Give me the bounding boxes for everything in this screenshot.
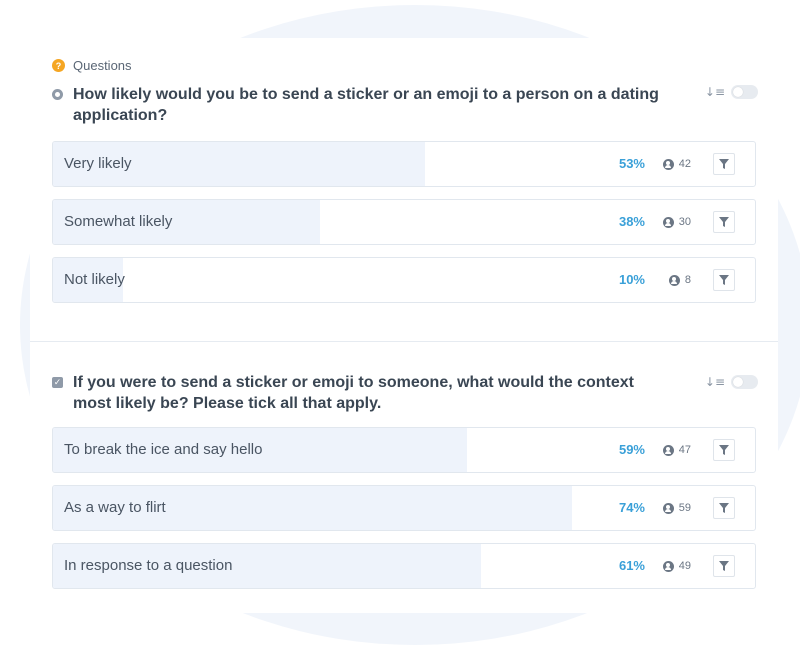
filter-icon — [719, 503, 729, 513]
filter-button[interactable] — [713, 269, 735, 291]
question-title: ✓ If you were to send a sticker or emoji… — [52, 372, 672, 414]
filter-icon — [719, 159, 729, 169]
user-icon — [662, 216, 674, 228]
sort-toggle[interactable] — [731, 85, 758, 99]
sort-toggle[interactable] — [731, 375, 758, 389]
answer-label: To break the ice and say hello — [64, 441, 263, 458]
answer-count: 49 — [662, 544, 691, 588]
answer-count: 59 — [662, 486, 691, 530]
answer-percent: 10% — [618, 272, 645, 287]
answer-count-value: 59 — [678, 502, 691, 514]
user-icon — [662, 502, 674, 514]
question-icon: ? — [52, 59, 65, 72]
answer-row: Somewhat likely 38% 30 — [52, 199, 756, 245]
answer-label: Very likely — [64, 155, 132, 172]
answer-row: To break the ice and say hello 59% 47 — [52, 427, 756, 473]
answer-row: Very likely 53% 42 — [52, 141, 756, 187]
answer-count-value: 30 — [678, 216, 691, 228]
question-text: If you were to send a sticker or emoji t… — [73, 374, 634, 412]
question-section-1: ? Questions How likely would you be to s… — [30, 38, 778, 342]
answer-percent: 38% — [618, 214, 645, 229]
answer-percent: 53% — [618, 156, 645, 171]
filter-icon — [719, 445, 729, 455]
answer-percent: 61% — [618, 558, 645, 573]
filter-icon — [719, 275, 729, 285]
answer-row: As a way to flirt 74% 59 — [52, 485, 756, 531]
user-icon — [662, 158, 674, 170]
sort-icon[interactable]: ↓≡ — [705, 85, 725, 99]
answer-count-value: 42 — [678, 158, 691, 170]
sort-icon[interactable]: ↓≡ — [705, 375, 725, 389]
filter-button[interactable] — [713, 211, 735, 233]
answer-count-value: 49 — [678, 560, 691, 572]
multiple-choice-icon: ✓ — [52, 377, 63, 388]
answer-label: Somewhat likely — [64, 213, 173, 230]
user-icon — [662, 444, 674, 456]
breadcrumb-label: Questions — [73, 58, 132, 73]
filter-button[interactable] — [713, 555, 735, 577]
results-card: ? Questions How likely would you be to s… — [30, 38, 778, 613]
answer-row: Not likely 10% 8 — [52, 257, 756, 303]
answer-row: In response to a question 61% 49 — [52, 543, 756, 589]
answer-count-value: 8 — [684, 274, 691, 286]
answer-label: As a way to flirt — [64, 499, 166, 516]
filter-button[interactable] — [713, 439, 735, 461]
answer-count: 30 — [662, 200, 691, 244]
filter-button[interactable] — [713, 153, 735, 175]
filter-button[interactable] — [713, 497, 735, 519]
question-text: How likely would you be to send a sticke… — [73, 86, 659, 124]
user-icon — [662, 560, 674, 572]
filter-icon — [719, 561, 729, 571]
answer-label: Not likely — [64, 271, 125, 288]
answer-label: In response to a question — [64, 557, 233, 574]
answer-count: 8 — [668, 258, 691, 302]
single-choice-icon — [52, 89, 63, 100]
answer-percent: 59% — [618, 442, 645, 457]
answer-count: 42 — [662, 142, 691, 186]
filter-icon — [719, 217, 729, 227]
answer-count: 47 — [662, 428, 691, 472]
question-title: How likely would you be to send a sticke… — [52, 84, 672, 126]
user-icon — [668, 274, 680, 286]
answer-percent: 74% — [618, 500, 645, 515]
question-controls: ↓≡ — [705, 375, 758, 389]
breadcrumb: ? Questions — [52, 58, 132, 73]
question-controls: ↓≡ — [705, 85, 758, 99]
question-section-2: ✓ If you were to send a sticker or emoji… — [30, 342, 778, 613]
answer-count-value: 47 — [678, 444, 691, 456]
